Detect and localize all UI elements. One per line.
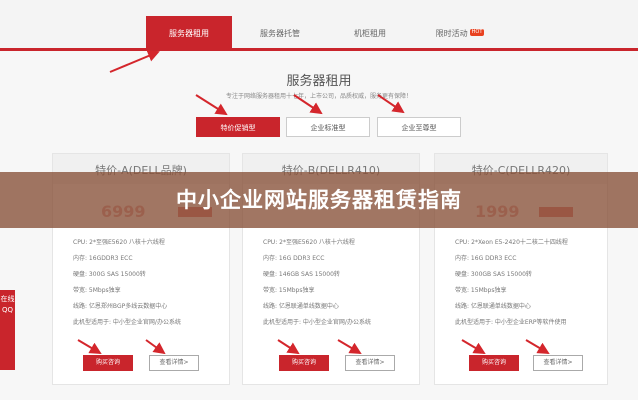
arrow-to-tab	[109, 50, 160, 73]
arrow-to-filter-3	[377, 94, 405, 114]
arrow-to-detail-2	[337, 339, 362, 355]
arrow-to-detail-3	[525, 339, 550, 355]
arrow-to-filter-1	[195, 94, 228, 116]
arrow-to-filter-2	[293, 94, 323, 115]
arrow-to-buy-2	[277, 339, 300, 355]
arrow-to-buy-1	[77, 339, 102, 355]
arrow-to-detail-1	[145, 339, 166, 355]
online-qq-widget[interactable]: 在线QQ	[0, 290, 15, 370]
arrow-to-buy-3	[461, 339, 486, 355]
title-banner: 中小企业网站服务器租赁指南	[0, 172, 638, 228]
